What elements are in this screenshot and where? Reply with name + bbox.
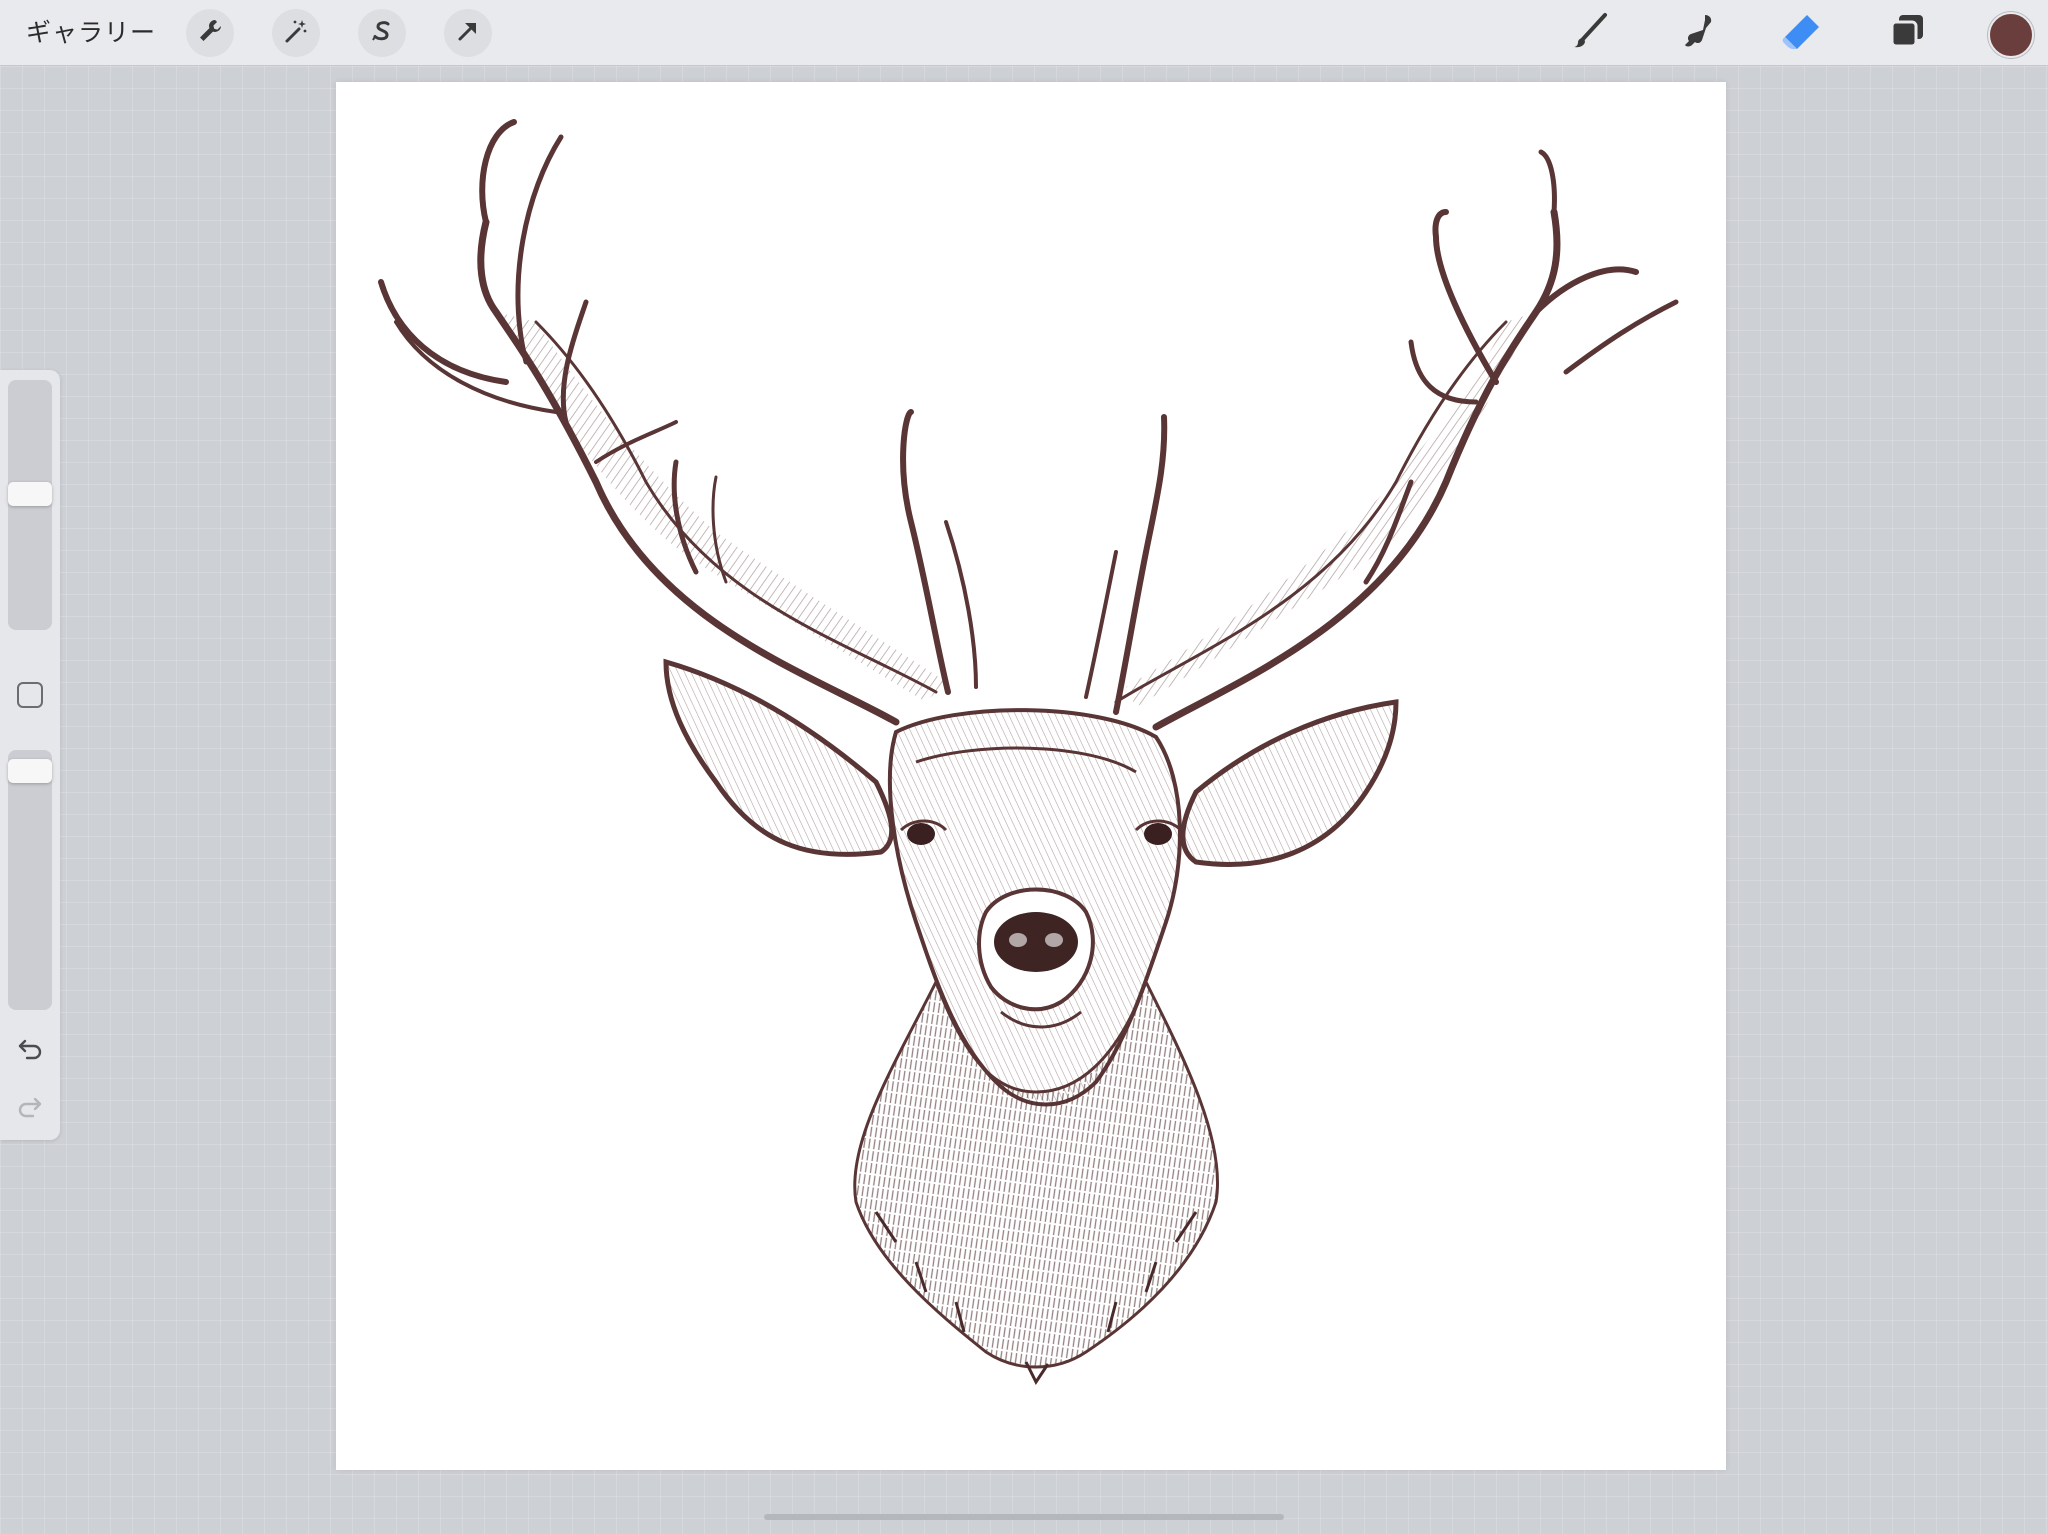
paint-tool-button[interactable] [1566,8,1616,58]
move-arrow-icon [454,17,482,49]
smudge-tool-button[interactable] [1672,8,1722,58]
gallery-button[interactable]: ギャラリー [26,14,156,52]
selection-s-icon [368,17,396,49]
eraser-icon [1779,9,1823,57]
deer-head-illustration [378,119,1679,1385]
drawing-canvas[interactable] [336,82,1726,1470]
redo-button[interactable] [14,1092,46,1124]
smudge-icon [1675,9,1719,57]
opacity-slider[interactable] [8,750,52,1010]
wrench-icon [196,17,224,49]
brush-size-thumb[interactable] [8,482,52,506]
top-toolbar: ギャラリー [0,0,2048,66]
layers-button[interactable] [1882,8,1932,58]
eraser-tool-button[interactable] [1776,8,1826,58]
left-sidebar [0,370,60,1140]
color-picker-button[interactable] [1988,12,2034,58]
layers-icon [1885,9,1929,57]
selection-button[interactable] [358,9,406,57]
adjustments-button[interactable] [272,9,320,57]
opacity-thumb[interactable] [8,759,52,783]
brush-size-slider[interactable] [8,380,52,630]
actions-button[interactable] [186,9,234,57]
magic-wand-icon [282,17,310,49]
undo-icon [15,1033,45,1067]
transform-button[interactable] [444,9,492,57]
modify-square-icon[interactable] [17,682,43,708]
home-indicator [764,1514,1284,1520]
redo-icon [15,1091,45,1125]
undo-button[interactable] [14,1034,46,1066]
brush-icon [1569,9,1613,57]
